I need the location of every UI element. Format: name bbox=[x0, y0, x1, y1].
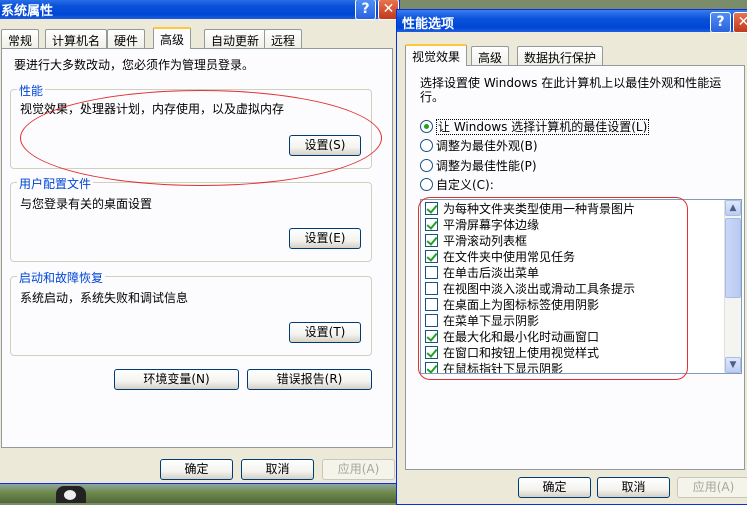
radio-button[interactable] bbox=[420, 159, 433, 172]
radio-best-appearance[interactable]: 调整为最佳外观(B) bbox=[420, 137, 538, 153]
list-item[interactable]: 平滑滚动列表框 bbox=[425, 232, 527, 248]
radio-label: 自定义(C): bbox=[436, 178, 494, 192]
profiles-desc: 与您登录有关的桌面设置 bbox=[20, 197, 153, 211]
radio-button[interactable] bbox=[420, 120, 433, 133]
tab-remote[interactable]: 远程 bbox=[264, 29, 303, 48]
list-item[interactable]: 在窗口和按钮上使用视觉样式 bbox=[425, 344, 599, 360]
list-item[interactable]: 在视图中淡入淡出或滑动工具条提示 bbox=[425, 280, 635, 296]
item-label: 在最大化和最小化时动画窗口 bbox=[443, 330, 600, 344]
environment-variables-button[interactable]: 环境变量(N) bbox=[114, 369, 239, 390]
checkbox[interactable] bbox=[425, 218, 438, 231]
admin-notice: 要进行大多数改动，您必须作为管理员登录。 bbox=[14, 58, 255, 72]
cancel-button[interactable]: 取消 bbox=[241, 459, 314, 480]
tab-visual-effects[interactable]: 视觉效果 bbox=[405, 44, 468, 66]
list-item[interactable]: 为每种文件夹类型使用一种背景图片 bbox=[425, 200, 635, 216]
tab-dep[interactable]: 数据执行保护 bbox=[517, 46, 604, 65]
checkbox[interactable] bbox=[425, 266, 438, 279]
scroll-down-icon[interactable]: ▼ bbox=[725, 357, 741, 373]
checkbox[interactable] bbox=[425, 362, 438, 373]
item-label: 在桌面上为图标标签使用阴影 bbox=[443, 298, 600, 312]
item-label: 在文件夹中使用常见任务 bbox=[443, 250, 576, 264]
window-title: 性能选项 bbox=[402, 17, 455, 32]
radio-best-performance[interactable]: 调整为最佳性能(P) bbox=[420, 157, 537, 173]
startup-recovery-group: 启动和故障恢复 系统启动，系统失败和调试信息 设置(T) bbox=[10, 269, 372, 356]
tab-general[interactable]: 常规 bbox=[1, 29, 40, 48]
item-label: 平滑屏幕字体边缘 bbox=[443, 218, 540, 232]
performance-desc: 视觉效果，处理器计划，内存使用，以及虚拟内存 bbox=[20, 102, 285, 116]
performance-group: 性能 视觉效果，处理器计划，内存使用，以及虚拟内存 设置(S) bbox=[10, 82, 372, 169]
startup-desc: 系统启动，系统失败和调试信息 bbox=[20, 291, 189, 305]
intro-text: 选择设置使 Windows 在此计算机上以最佳外观和性能运行。 bbox=[420, 76, 722, 104]
scroll-up-icon[interactable]: ▲ bbox=[725, 200, 741, 216]
tab-hardware[interactable]: 硬件 bbox=[107, 29, 146, 48]
performance-options-window: 性能选项 ? ✕ 视觉效果 高级 数据执行保护 选择设置使 Windows 在此… bbox=[396, 9, 747, 505]
radio-let-windows-choose[interactable]: 让 Windows 选择计算机的最佳设置(L) bbox=[420, 118, 650, 135]
system-properties-window: 系统属性 ? ✕ 常规 计算机名 硬件 高级 自动更新 远程 要进行大多数改动，… bbox=[0, 0, 400, 484]
performance-settings-button[interactable]: 设置(S) bbox=[289, 135, 361, 156]
item-label: 在视图中淡入淡出或滑动工具条提示 bbox=[443, 282, 636, 296]
title-bar[interactable]: 性能选项 ? ✕ bbox=[397, 10, 747, 33]
group-title-startup: 启动和故障恢复 bbox=[17, 269, 106, 286]
item-label: 在窗口和按钮上使用视觉样式 bbox=[443, 346, 600, 360]
radio-button[interactable] bbox=[420, 139, 433, 152]
list-item[interactable]: 在最大化和最小化时动画窗口 bbox=[425, 328, 599, 344]
group-title-profiles: 用户配置文件 bbox=[17, 175, 94, 192]
ok-button[interactable]: 确定 bbox=[160, 459, 233, 480]
item-label: 在鼠标指针下显示阴影 bbox=[443, 362, 564, 374]
apply-button[interactable]: 应用(A) bbox=[322, 459, 395, 480]
list-item[interactable]: 在文件夹中使用常见任务 bbox=[425, 248, 575, 264]
close-icon[interactable]: ✕ bbox=[733, 12, 747, 33]
checkbox[interactable] bbox=[425, 234, 438, 247]
visual-effects-panel: 选择设置使 Windows 在此计算机上以最佳外观和性能运行。 让 Window… bbox=[405, 65, 745, 470]
user-profiles-group: 用户配置文件 与您登录有关的桌面设置 设置(E) bbox=[10, 175, 372, 262]
tab-advanced[interactable]: 高级 bbox=[153, 27, 192, 49]
error-reporting-button[interactable]: 错误报告(R) bbox=[247, 369, 372, 390]
tab-auto-update[interactable]: 自动更新 bbox=[204, 29, 267, 48]
tab-computer-name[interactable]: 计算机名 bbox=[45, 29, 108, 48]
ok-button[interactable]: 确定 bbox=[518, 477, 591, 498]
radio-button[interactable] bbox=[420, 178, 433, 191]
radio-custom[interactable]: 自定义(C): bbox=[420, 176, 494, 192]
item-label: 平滑滚动列表框 bbox=[443, 234, 528, 248]
window-title: 系统属性 bbox=[1, 4, 54, 19]
scroll-thumb[interactable] bbox=[725, 218, 741, 298]
item-label: 在单击后淡出菜单 bbox=[443, 266, 540, 280]
checkbox[interactable] bbox=[425, 202, 438, 215]
list-item[interactable]: 在菜单下显示阴影 bbox=[425, 312, 539, 328]
help-icon[interactable]: ? bbox=[710, 12, 731, 33]
tab-advanced[interactable]: 高级 bbox=[471, 46, 510, 65]
help-icon[interactable]: ? bbox=[355, 0, 376, 20]
vertical-scrollbar[interactable]: ▲ ▼ bbox=[724, 200, 741, 373]
radio-label: 让 Windows 选择计算机的最佳设置(L) bbox=[436, 119, 650, 135]
advanced-panel: 要进行大多数改动，您必须作为管理员登录。 性能 视觉效果，处理器计划，内存使用，… bbox=[1, 48, 393, 448]
apply-button[interactable]: 应用(A) bbox=[677, 477, 747, 498]
tab-strip: 常规 计算机名 硬件 高级 自动更新 远程 bbox=[1, 27, 391, 49]
checkbox[interactable] bbox=[425, 298, 438, 311]
checkbox[interactable] bbox=[425, 282, 438, 295]
group-title-performance: 性能 bbox=[17, 82, 46, 99]
item-label: 在菜单下显示阴影 bbox=[443, 314, 540, 328]
profiles-settings-button[interactable]: 设置(E) bbox=[289, 228, 361, 249]
desktop-icon[interactable] bbox=[56, 486, 86, 503]
list-item[interactable]: 在桌面上为图标标签使用阴影 bbox=[425, 296, 599, 312]
radio-label: 调整为最佳性能(P) bbox=[436, 159, 537, 173]
checkbox[interactable] bbox=[425, 346, 438, 359]
cancel-button[interactable]: 取消 bbox=[597, 477, 670, 498]
effects-list[interactable]: 为每种文件夹类型使用一种背景图片 平滑屏幕字体边缘 平滑滚动列表框 在文件夹中使… bbox=[420, 199, 742, 374]
list-item[interactable]: 在鼠标指针下显示阴影 bbox=[425, 360, 564, 374]
radio-label: 调整为最佳外观(B) bbox=[436, 139, 538, 153]
checkbox[interactable] bbox=[425, 330, 438, 343]
checkbox[interactable] bbox=[425, 314, 438, 327]
item-label: 为每种文件夹类型使用一种背景图片 bbox=[443, 202, 636, 216]
list-item[interactable]: 在单击后淡出菜单 bbox=[425, 264, 539, 280]
startup-settings-button[interactable]: 设置(T) bbox=[289, 322, 361, 343]
checkbox[interactable] bbox=[425, 250, 438, 263]
tab-strip: 视觉效果 高级 数据执行保护 bbox=[405, 44, 745, 66]
title-bar[interactable]: 系统属性 ? ✕ bbox=[0, 0, 399, 20]
list-item[interactable]: 平滑屏幕字体边缘 bbox=[425, 216, 539, 232]
